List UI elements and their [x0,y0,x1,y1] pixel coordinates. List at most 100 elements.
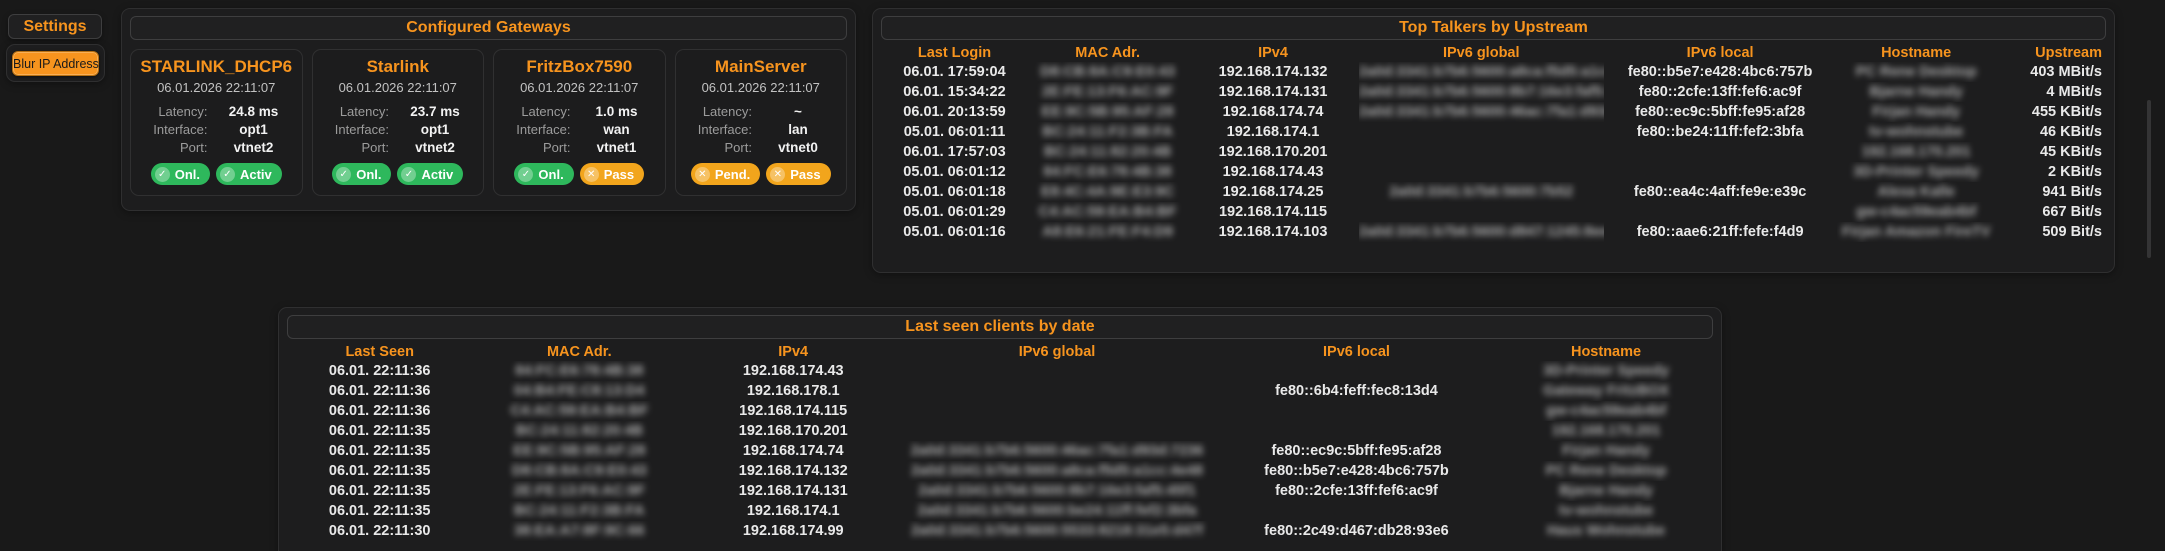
blurred-cell-value: tv-wohnstube [1869,124,1963,140]
blurred-cell-value: 2a0d:3341:b7b6:5600:a8ca:f5d5:a1cc:4e48 [911,463,1203,479]
table-cell: 2E:FE:13:F6:AC:9F [1028,82,1187,102]
status-badge: ✕Pass [766,163,830,185]
table-cell: 06.01. 22:11:35 [287,481,472,501]
table-cell: Haus Wohnstube [1499,521,1713,541]
latency-label: Latency: [319,104,393,119]
blurred-cell-value: D8:CB:8A:C9:E0:43 [1040,64,1175,80]
table-cell: fe80::2cfe:13ff:fef6:ac9f [1604,82,1837,102]
cell-value: 05.01. 06:01:16 [903,224,1005,240]
blurred-cell-value: BC:24:11:82:20:4B [1044,144,1171,160]
table-cell: C4:AC:59:EA:B4:BF [472,401,686,421]
table-cell: 192.168.174.25 [1187,182,1359,202]
table-cell: fe80::aae6:21ff:fefe:f4d9 [1604,222,1837,242]
table-cell: 2a0d:3341:b7b6:5600:be24:11ff:fef2:3bfa [900,501,1214,521]
status-badge: ✓Onl. [514,163,573,185]
table-cell: Bjarne Handy [1499,481,1713,501]
settings-panel-title: Settings [8,14,102,39]
cell-value: 4 MBit/s [2046,84,2102,100]
table-header-row: Last SeenMAC Adr.IPv4IPv6 globalIPv6 loc… [287,342,1713,361]
blurred-cell-value: EE:9C:5B:95:AF:28 [513,443,645,459]
table-cell: 06.01. 22:11:35 [287,421,472,441]
table-cell: 192.168.174.131 [686,481,900,501]
gateway-timestamp: 06.01.2026 22:11:07 [137,80,296,95]
table-cell [1214,361,1499,381]
latency-label: Latency: [137,104,211,119]
latency-value: 23.7 ms [393,104,477,119]
port-value: vtnet0 [756,140,840,155]
table-cell: 2a0d:3341:b7b6:5600:a8ca:f5d5:a1cc:4e48 [900,461,1214,481]
table-cell: tv-wohnstube [1499,501,1713,521]
table-cell: BC:24:11:82:20:4B [472,421,686,441]
table-cell [900,401,1214,421]
cell-value: 192.168.174.115 [1219,204,1327,220]
cell-value: fe80::ea4c:4aff:fe9e:e39c [1634,184,1807,200]
blurred-cell-value: BC:24:11:82:20:4B [516,423,643,439]
table-cell: 192.168.174.74 [686,441,900,461]
blurred-cell-value: PC Rene Desktop [1546,463,1667,479]
table-row: 05.01. 06:01:1284:FC:E6:78:4B:38192.168.… [881,162,2106,182]
cell-value: 06.01. 22:11:36 [329,383,431,399]
table-row: 05.01. 06:01:11BC:24:11:F2:3B:FA192.168.… [881,122,2106,142]
table-cell [1214,421,1499,441]
gateway-port-row: Port:vtnet1 [500,140,659,155]
table-row: 06.01. 17:57:03BC:24:11:82:20:4B192.168.… [881,142,2106,162]
latency-label: Latency: [682,104,756,119]
table-cell: 667 Bit/s [1996,202,2106,222]
table-cell: 192.168.174.1 [686,501,900,521]
gateway-status-badges: ✓Onl.✓Activ [137,163,296,185]
gateway-card: Starlink06.01.2026 22:11:07Latency:23.7 … [312,49,485,196]
blurred-cell-value: C4:AC:59:EA:B4:BF [1039,204,1177,220]
cell-value: fe80::b5e7:e428:4bc6:757b [1264,463,1449,479]
table-cell: fe80::2c49:d467:db28:93e6 [1214,521,1499,541]
table-cell: 4 MBit/s [1996,82,2106,102]
table-cell: D8:CB:8A:C9:E0:43 [472,461,686,481]
table-cell: 06.01. 22:11:35 [287,461,472,481]
table-cell: 192.168.174.74 [1187,102,1359,122]
latency-label: Latency: [500,104,574,119]
cell-value: 06.01. 15:34:22 [903,84,1005,100]
cell-value: 06.01. 20:13:59 [903,104,1005,120]
table-row: 05.01. 06:01:16A8:E6:21:FE:F4:D9192.168.… [881,222,2106,242]
table-cell: 403 MBit/s [1996,62,2106,82]
blurred-cell-value: 84:FC:E6:78:4B:38 [1044,164,1172,180]
table-cell: 05.01. 06:01:29 [881,202,1028,222]
latency-value: ~ [756,104,840,119]
blurred-cell-value: 2a0d:3341:b7b6:5600:8b7:16e3:faf5:45f1 [918,483,1195,499]
table-cell: Firjan Handy [1499,441,1713,461]
status-badge: ✕Pend. [691,163,760,185]
table-cell: 3D-Printer Speedy [1837,162,1996,182]
last-seen-clients-panel: Last seen clients by date Last SeenMAC A… [278,307,1722,551]
cell-value: 192.168.170.201 [739,423,848,439]
gateway-status-badges: ✕Pend. ✕Pass [682,163,841,185]
blurred-cell-value: Firjan Handy [1562,443,1650,459]
column-header: IPv4 [686,342,900,361]
cell-value: 192.168.174.132 [1219,64,1328,80]
gateway-interface-row: Interface:opt1 [137,122,296,137]
check-icon: ✓ [336,167,351,182]
table-cell [1359,202,1604,222]
cell-value: 192.168.174.103 [1219,224,1328,240]
cell-value: 05.01. 06:01:29 [903,204,1005,220]
cell-value: 192.168.174.115 [739,403,847,419]
blur-ip-address-button[interactable]: Blur IP Address [12,51,99,76]
table-row: 05.01. 06:01:18E8:4C:4A:9E:E3:9C192.168.… [881,182,2106,202]
cell-value: 192.168.174.43 [1223,164,1324,180]
cell-value: 06.01. 22:11:35 [329,463,431,479]
blurred-cell-value: C4:AC:59:EA:B4:BF [510,403,648,419]
page-scrollbar[interactable] [2147,100,2151,258]
table-row: 06.01. 22:11:352E:FE:13:F6:AC:9F192.168.… [287,481,1713,501]
table-cell: 06.01. 20:13:59 [881,102,1028,122]
table-cell: 192.168.174.99 [686,521,900,541]
gateway-card: FritzBox759006.01.2026 22:11:07Latency:1… [493,49,666,196]
table-row: 05.01. 06:01:29 C4:AC:59:EA:B4:BF 192.168.… [881,202,2106,222]
cell-value: 192.168.174.43 [743,363,844,379]
cell-value: 192.168.178.1 [747,383,840,399]
table-cell: 192.168.174.103 [1187,222,1359,242]
table-cell: EE:9C:5B:95:AF:28 [1028,102,1187,122]
table-cell: 192.168.174.115 [686,401,900,421]
blurred-cell-value: 2a0d:3341:b7b6:5600:46ac:7fa1:d93d:7236 [911,443,1204,459]
status-badge: ✓Activ [397,163,463,185]
cell-value: 06.01. 22:11:36 [329,403,431,419]
cell-value: 192.168.174.131 [1219,84,1328,100]
cell-value: 403 MBit/s [2030,64,2102,80]
